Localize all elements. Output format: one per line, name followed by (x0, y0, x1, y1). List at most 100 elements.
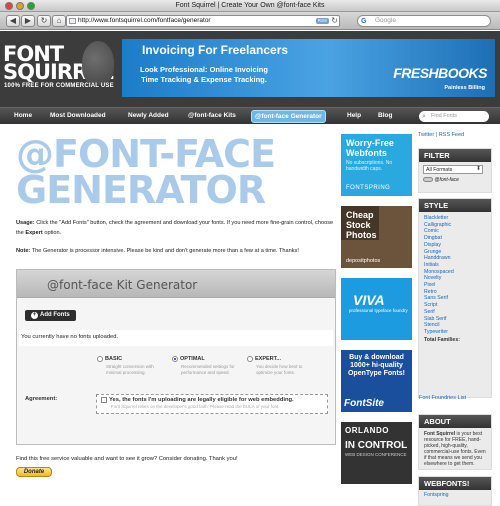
orlando-ad-sub: WEB DESIGN CONFERENCE (345, 452, 407, 457)
optimal-desc: Recommended settings for performance and… (181, 363, 235, 375)
fontsite-ad-headline: Buy & download 1000+ hi-quality OpenType… (347, 354, 406, 377)
refresh-icon[interactable]: ↻ (331, 16, 338, 26)
mode-optimal[interactable]: OPTIMAL Recommended settings for perform… (172, 356, 236, 376)
orlando-ad[interactable]: ORLANDO IN CONTROL WEB DESIGN CONFERENCE (341, 422, 412, 484)
window-title: Font Squirrel | Create Your Own @font-fa… (175, 2, 325, 9)
right-sidebar: Twitter | RSS Feed FILTER All Formats @f… (418, 132, 492, 506)
toggle-icon[interactable] (423, 177, 433, 183)
find-fonts-input[interactable]: ⌕ Find Fonts (419, 111, 489, 122)
about-box: ABOUT Font Squirrel is your best resourc… (418, 414, 492, 470)
style-link[interactable]: Typewriter (424, 329, 486, 336)
style-link[interactable]: Display (424, 242, 486, 249)
forward-button[interactable]: ▶ (21, 15, 35, 27)
google-icon: G (361, 18, 367, 25)
basic-radio[interactable] (97, 356, 103, 362)
logo-tagline: 100% FREE FOR COMMERCIAL USE (4, 83, 114, 89)
agreement-text: Yes, the fonts I'm uploading are legally… (109, 397, 294, 403)
back-button[interactable]: ◀ (6, 15, 20, 27)
menu-font-face-generator[interactable]: @font-face Generator (251, 110, 326, 123)
optimal-label: OPTIMAL (180, 356, 205, 362)
style-link[interactable]: Pixel (424, 282, 486, 289)
mode-expert[interactable]: EXPERT... You decide how best to optimiz… (247, 356, 311, 376)
filter-title: FILTER (419, 149, 491, 162)
fontsite-ad[interactable]: Buy & download 1000+ hi-quality OpenType… (341, 350, 412, 412)
usage-body: Click the "Add Fonts" button, check the … (16, 220, 334, 236)
kit-generator-panel: @font-face Kit Generator + Add Fonts You … (16, 269, 336, 445)
style-link[interactable]: Stencil (424, 322, 486, 329)
usage-end: option. (44, 230, 62, 236)
depositphotos-ad[interactable]: Cheap Stock Photos depositphotos (341, 206, 412, 268)
viva-ad-headline: VIVA (353, 292, 385, 308)
agreement-checkbox[interactable] (101, 397, 107, 403)
menu-most-downloaded[interactable]: Most Downloaded (50, 112, 106, 119)
page-title-line1: @FONT-FACE (16, 132, 276, 176)
zoom-window-button[interactable] (27, 2, 35, 10)
donate-prompt: Find this free service valuable and want… (16, 456, 238, 462)
agreement-subtext: Font Squirrel relies on the developer's … (111, 403, 280, 409)
reload-button[interactable]: ↻ (37, 15, 51, 27)
menu-blog[interactable]: Blog (378, 112, 392, 119)
style-link[interactable]: Monospaced (424, 269, 486, 276)
find-fonts-placeholder: Find Fonts (431, 113, 457, 119)
ad-headline: Invoicing For Freelancers (142, 43, 289, 57)
viva-ad[interactable]: VIVA professional typeface foundry (341, 278, 412, 340)
rss-icon[interactable]: RSS (315, 18, 329, 24)
menu-newly-added[interactable]: Newly Added (128, 112, 169, 119)
viva-ad-sub: professional typeface foundry (349, 308, 408, 313)
style-link[interactable]: Retro (424, 289, 486, 296)
filter-box: FILTER All Formats @font-face (418, 148, 492, 193)
add-fonts-label: Add Fonts (40, 312, 70, 318)
donate-button[interactable]: Donate (16, 467, 52, 477)
style-link[interactable]: Blackletter (424, 215, 486, 222)
home-button[interactable]: ⌂ (52, 15, 66, 27)
expert-desc: You decide how best to optimize your fon… (256, 363, 303, 375)
note-body: The Generator is processor intensive. Pl… (31, 248, 299, 254)
mode-options: BASIC Straight conversion with minimal p… (17, 350, 335, 390)
kit-generator-title: @font-face Kit Generator (17, 270, 335, 298)
freshbooks-banner-ad[interactable]: Invoicing For Freelancers Look Professio… (122, 39, 495, 97)
expert-radio[interactable] (247, 356, 253, 362)
style-link[interactable]: Calligraphic (424, 222, 486, 229)
font-foundries-link[interactable]: Font Foundries List (419, 395, 466, 401)
fontspring-ad-headline: Worry-Free Webfonts (346, 138, 394, 158)
style-link[interactable]: Grunge (424, 249, 486, 256)
minimize-window-button[interactable] (16, 2, 24, 10)
style-link[interactable]: Novelty (424, 275, 486, 282)
fontspring-ad[interactable]: Worry-Free Webfonts No subscriptions. No… (341, 134, 412, 196)
fontface-filter-label: @font-face (434, 177, 459, 183)
fontface-filter[interactable]: @font-face (423, 177, 487, 183)
depositphotos-ad-brand: depositphotos (346, 258, 381, 264)
style-link[interactable]: Serif (424, 309, 486, 316)
twitter-link[interactable]: Twitter (418, 132, 434, 138)
agreement-label: Agreement: (25, 396, 58, 402)
add-fonts-button[interactable]: + Add Fonts (25, 310, 76, 321)
rss-feed-link[interactable]: RSS Feed (439, 132, 464, 138)
optimal-radio[interactable] (172, 356, 178, 362)
menu-home[interactable]: Home (14, 112, 32, 119)
style-link[interactable]: Slab Serif (424, 316, 486, 323)
mode-basic[interactable]: BASIC Straight conversion with minimal p… (97, 356, 161, 376)
fontspring-ad-brand: FONTSPRING (346, 185, 391, 191)
style-link[interactable]: Initials (424, 262, 486, 269)
ad-brand-sub: Painless Billing (444, 85, 485, 91)
social-links: Twitter | RSS Feed (418, 132, 465, 138)
page-title: @FONT-FACE GENERATOR (16, 132, 276, 209)
squirrel-logo-icon (82, 41, 114, 85)
style-link[interactable]: Handdrawn (424, 255, 486, 262)
page-icon (69, 18, 76, 24)
close-window-button[interactable] (5, 2, 13, 10)
address-bar[interactable]: http://www.fontsquirrel.com/fontface/gen… (66, 15, 340, 27)
menu-font-face-kits[interactable]: @font-face Kits (188, 112, 236, 119)
style-link[interactable]: Dingbat (424, 235, 486, 242)
style-link[interactable]: Sans Serif (424, 295, 486, 302)
ad-brand: FRESHBOOKS (393, 65, 487, 81)
formats-select[interactable]: All Formats (423, 165, 483, 174)
style-link[interactable]: Comic (424, 228, 486, 235)
style-link[interactable]: Script (424, 302, 486, 309)
about-title: ABOUT (419, 415, 491, 428)
note-text: Note: The Generator is processor intensi… (16, 246, 338, 256)
menu-help[interactable]: Help (347, 112, 361, 119)
usage-label: Usage: (16, 220, 35, 226)
fontspring-link[interactable]: Fontspring (419, 490, 491, 500)
google-search-input[interactable]: G Google (357, 15, 491, 27)
